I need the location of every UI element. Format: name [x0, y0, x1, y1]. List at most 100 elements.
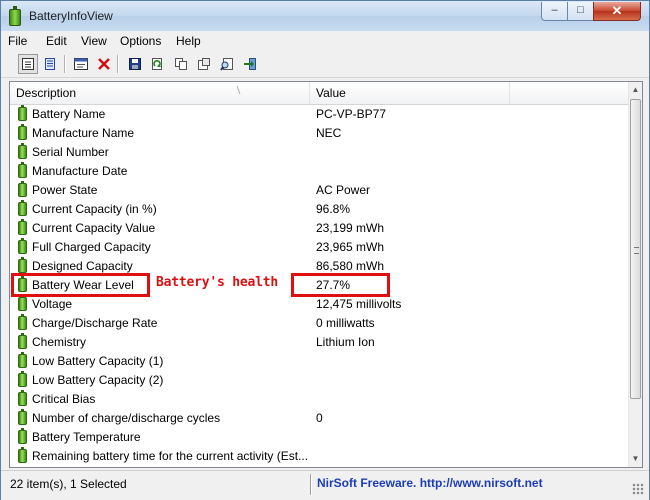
- row-description: Charge/Discharge Rate: [32, 316, 158, 330]
- row-value: Lithium Ion: [316, 335, 375, 349]
- row-description: Serial Number: [32, 145, 109, 159]
- row-description: Power State: [32, 183, 98, 197]
- battery-icon: [18, 257, 27, 273]
- maximize-button[interactable]: □: [567, 2, 594, 21]
- list-row[interactable]: Voltage 12,475 millivolts: [10, 295, 628, 314]
- row-description: Battery Temperature: [32, 430, 141, 444]
- battery-icon: [18, 352, 27, 368]
- minimize-button[interactable]: –: [541, 2, 568, 21]
- toolbar-separator: [117, 55, 119, 73]
- scrollbar-thumb[interactable]: [630, 99, 641, 399]
- battery-icon: [18, 219, 27, 235]
- menu-view[interactable]: View: [81, 34, 107, 48]
- menu-bar: File Edit View Options Help: [1, 31, 649, 51]
- app-window: BatteryInfoView – □ ✕ File Edit View Opt…: [0, 0, 650, 500]
- battery-icon: [18, 428, 27, 444]
- row-value: 96.8%: [316, 202, 351, 216]
- nirsoft-link[interactable]: NirSoft Freeware. http://www.nirsoft.net: [317, 476, 543, 490]
- resize-grip-icon[interactable]: [632, 483, 644, 495]
- row-value: 23,965 mWh: [316, 240, 385, 254]
- row-value: 86,580 mWh: [316, 259, 385, 273]
- menu-options[interactable]: Options: [120, 34, 161, 48]
- row-description: Manufacture Date: [32, 164, 128, 178]
- list-row[interactable]: Current Capacity (in %) 96.8%: [10, 200, 628, 219]
- list-row[interactable]: Manufacture Date: [10, 162, 628, 181]
- row-value: PC-VP-BP77: [316, 107, 387, 121]
- row-value: NEC: [316, 126, 342, 140]
- menu-file[interactable]: File: [8, 34, 27, 48]
- row-description: Low Battery Capacity (2): [32, 373, 164, 387]
- battery-app-icon: [9, 6, 21, 26]
- list-row[interactable]: Current Capacity Value 23,199 mWh: [10, 219, 628, 238]
- list-row[interactable]: Battery Temperature: [10, 428, 628, 447]
- battery-icon: [18, 105, 27, 121]
- exit-icon[interactable]: [240, 54, 260, 74]
- battery-icon: [18, 181, 27, 197]
- scroll-down-icon[interactable]: ▼: [629, 451, 642, 467]
- save-icon[interactable]: [125, 54, 145, 74]
- battery-icon: [18, 390, 27, 406]
- title-bar[interactable]: BatteryInfoView – □ ✕: [1, 1, 649, 31]
- list-row[interactable]: Chemistry Lithium Ion: [10, 333, 628, 352]
- battery-icon: [18, 409, 27, 425]
- status-bar: 22 item(s), 1 Selected NirSoft Freeware.…: [1, 470, 649, 500]
- list-row[interactable]: Number of charge/discharge cycles 0: [10, 409, 628, 428]
- column-header-value[interactable]: Value: [310, 82, 510, 104]
- view-details-icon[interactable]: [18, 54, 38, 74]
- row-value: 12,475 millivolts: [316, 297, 402, 311]
- html-report-icon[interactable]: [194, 54, 214, 74]
- row-description: Critical Bias: [32, 392, 96, 406]
- row-value: 0: [316, 411, 323, 425]
- list-row[interactable]: Critical Bias: [10, 390, 628, 409]
- battery-icon: [18, 333, 27, 349]
- battery-icon: [18, 447, 27, 463]
- toolbar-separator: [64, 55, 66, 73]
- row-value: AC Power: [316, 183, 371, 197]
- row-description: Current Capacity Value: [32, 221, 156, 235]
- delete-icon[interactable]: [94, 54, 114, 74]
- column-header-filler: [510, 82, 628, 104]
- battery-icon: [18, 124, 27, 140]
- battery-icon: [18, 314, 27, 330]
- row-description: Low Battery Capacity (1): [32, 354, 164, 368]
- scroll-up-icon[interactable]: ▲: [629, 82, 642, 98]
- refresh-icon[interactable]: [147, 54, 167, 74]
- row-description: Remaining battery time for the current a…: [32, 449, 309, 463]
- status-separator: [310, 474, 312, 495]
- annotation-text: Battery's health: [156, 275, 279, 290]
- battery-icon: [18, 238, 27, 254]
- find-icon[interactable]: [217, 54, 237, 74]
- close-button[interactable]: ✕: [593, 2, 641, 21]
- list-row[interactable]: Low Battery Capacity (1): [10, 352, 628, 371]
- list-row[interactable]: Charge/Discharge Rate 0 milliwatts: [10, 314, 628, 333]
- battery-icon: [18, 371, 27, 387]
- row-description: Full Charged Capacity: [32, 240, 151, 254]
- copy-icon[interactable]: [171, 54, 191, 74]
- battery-icon: [18, 143, 27, 159]
- list-row[interactable]: Manufacture Name NEC: [10, 124, 628, 143]
- thumb-grip-icon: [634, 247, 639, 254]
- battery-icon: [18, 295, 27, 311]
- row-description: Battery Name: [32, 107, 106, 121]
- menu-edit[interactable]: Edit: [46, 34, 67, 48]
- row-value: 0 milliwatts: [316, 316, 375, 330]
- vertical-scrollbar[interactable]: ▲ ▼: [628, 82, 642, 467]
- row-description: Number of charge/discharge cycles: [32, 411, 221, 425]
- menu-help[interactable]: Help: [176, 34, 201, 48]
- properties-window-icon[interactable]: [71, 54, 91, 74]
- annotation-box-wear-level: [11, 273, 150, 297]
- row-description: Manufacture Name: [32, 126, 135, 140]
- list-row[interactable]: Battery Name PC-VP-BP77: [10, 105, 628, 124]
- toolbar: [1, 51, 649, 78]
- view-list-icon[interactable]: [40, 54, 60, 74]
- row-description: Chemistry: [32, 335, 87, 349]
- column-header-description[interactable]: Description: [10, 82, 310, 104]
- list-row[interactable]: Low Battery Capacity (2): [10, 371, 628, 390]
- annotation-box-wear-value: [291, 273, 390, 297]
- battery-icon: [18, 200, 27, 216]
- list-row[interactable]: Remaining battery time for the current a…: [10, 447, 628, 466]
- list-row[interactable]: Power State AC Power: [10, 181, 628, 200]
- list-row[interactable]: Serial Number: [10, 143, 628, 162]
- list-row[interactable]: Full Charged Capacity 23,965 mWh: [10, 238, 628, 257]
- row-description: Current Capacity (in %): [32, 202, 157, 216]
